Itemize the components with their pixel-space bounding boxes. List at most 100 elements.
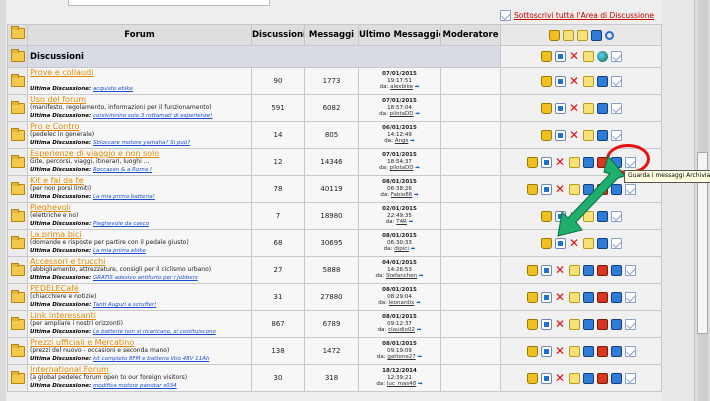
globe-icon[interactable] (596, 51, 608, 62)
moderate-icon[interactable] (582, 291, 594, 303)
last-topic-link[interactable]: acquisto ebike (93, 86, 133, 92)
go-last-arrow-icon[interactable]: ➡ (418, 381, 423, 387)
moderate-icon[interactable] (582, 345, 594, 357)
author-link[interactable]: alexbike (390, 84, 413, 90)
new-category-icon[interactable] (562, 29, 574, 41)
edit-icon[interactable] (540, 318, 552, 330)
lock-icon[interactable] (540, 75, 552, 87)
moderate-icon[interactable] (582, 372, 594, 384)
edit-icon[interactable] (554, 129, 566, 141)
author-link[interactable]: luc_mas48 (387, 381, 416, 387)
lock-icon[interactable] (526, 318, 538, 330)
forum-title-link[interactable]: Kit e fai da te (30, 177, 251, 185)
edit-icon[interactable] (540, 291, 552, 303)
last-topic-link[interactable]: Le batterie non si ricaricano, si costit… (93, 329, 216, 335)
archive-icon[interactable] (596, 345, 608, 357)
forum-title-link[interactable]: Prove e collaudi (30, 69, 251, 77)
forum-title-link[interactable]: La prima bici (30, 231, 251, 239)
archive-icon[interactable] (596, 291, 608, 303)
forum-title-link[interactable]: Pro e Contro (30, 123, 251, 131)
edit-icon[interactable] (554, 102, 566, 114)
go-last-arrow-icon[interactable]: ➡ (411, 246, 416, 252)
moderate-icon[interactable] (582, 318, 594, 330)
subscribe-icon[interactable] (610, 51, 622, 62)
subscribe-icon[interactable] (624, 318, 636, 330)
last-topic-link[interactable]: La mia prima ebike (93, 248, 146, 254)
view-archived-icon[interactable] (610, 318, 622, 330)
author-link[interactable]: pilotaDD (390, 165, 414, 171)
delete-icon[interactable]: ✕ (555, 291, 566, 303)
forum-title-link[interactable]: Pieghevoli (30, 204, 251, 212)
lock-icon[interactable] (526, 291, 538, 303)
forum-title-link[interactable]: PEDELECafé (30, 285, 251, 293)
last-topic-link[interactable]: kit completo 8FM e batteria litio 48V 11… (93, 356, 209, 362)
options-icon[interactable] (590, 29, 602, 41)
last-topic-link[interactable]: GRATIS adesivo antifurto per i Jobbers (93, 275, 198, 281)
last-topic-link[interactable]: modifica motore panotar s034 (93, 383, 177, 389)
lock-icon[interactable] (540, 51, 552, 62)
go-last-arrow-icon[interactable]: ➡ (416, 300, 421, 306)
author-link[interactable]: Angs (395, 138, 409, 144)
delete-icon[interactable]: ✕ (555, 264, 566, 276)
subscribe-icon[interactable] (624, 372, 636, 384)
author-link[interactable]: gattone27 (387, 354, 415, 360)
author-link[interactable]: Stefanchen (386, 273, 417, 279)
lock-icon[interactable] (526, 345, 538, 357)
go-last-arrow-icon[interactable]: ➡ (409, 219, 414, 225)
subscribe-icon[interactable] (610, 102, 622, 114)
new-topic-icon[interactable] (568, 372, 580, 384)
subscribe-icon[interactable] (624, 345, 636, 357)
last-topic-link[interactable]: corsivinnino solo 3 rottamati di esperie… (93, 113, 213, 119)
subscribe-link[interactable]: Sottoscrivi tutta l'Area di Discussione (514, 11, 654, 20)
forum-title-link[interactable]: Accessori e trucchi (30, 258, 251, 266)
moderate-icon[interactable] (596, 102, 608, 114)
archive-icon[interactable] (596, 372, 608, 384)
last-topic-link[interactable]: Roccasan & a Roma ! (93, 167, 152, 173)
view-archived-icon[interactable] (610, 345, 622, 357)
go-last-arrow-icon[interactable]: ➡ (419, 273, 424, 279)
forum-title-link[interactable]: Uso del forum (30, 96, 251, 104)
new-topic-icon[interactable] (568, 264, 580, 276)
subscribe-area[interactable]: Sottoscrivi tutta l'Area di Discussione (500, 9, 654, 22)
new-topic-icon[interactable] (582, 129, 594, 141)
edit-icon[interactable] (540, 264, 552, 276)
view-archived-icon[interactable] (610, 291, 622, 303)
forum-title-link[interactable]: Prezzi ufficiali e Mercatino (30, 339, 251, 347)
last-topic-link[interactable]: Tanti Auguri a scruffer! (93, 302, 156, 308)
lock-icon[interactable] (548, 29, 560, 41)
go-last-arrow-icon[interactable]: ➡ (415, 84, 420, 90)
new-topic-icon[interactable] (582, 75, 594, 87)
archive-icon[interactable] (596, 318, 608, 330)
author-link[interactable]: Fabio86 (391, 192, 412, 198)
new-topic-icon[interactable] (568, 318, 580, 330)
forum-title-link[interactable]: Link interessanti (30, 312, 251, 320)
delete-icon[interactable]: ✕ (555, 345, 566, 357)
last-topic-link[interactable]: Pieghevole da casco (93, 221, 149, 227)
delete-icon[interactable]: ✕ (569, 102, 580, 114)
new-topic-icon[interactable] (568, 345, 580, 357)
lock-icon[interactable] (526, 372, 538, 384)
author-link[interactable]: dipici (394, 246, 409, 252)
search-icon[interactable] (604, 30, 614, 40)
author-link[interactable]: leonardix (389, 300, 415, 306)
delete-icon[interactable]: ✕ (569, 75, 580, 87)
lock-icon[interactable] (526, 156, 538, 168)
subscribe-icon[interactable] (610, 75, 622, 87)
edit-icon[interactable] (540, 372, 552, 384)
go-last-arrow-icon[interactable]: ➡ (417, 327, 422, 333)
forum-title-link[interactable]: Esperienze di viaggio e non solo (30, 150, 251, 158)
subscribe-icon[interactable] (624, 264, 636, 276)
go-last-arrow-icon[interactable]: ➡ (414, 192, 419, 198)
edit-icon[interactable] (554, 51, 566, 62)
moderate-icon[interactable] (596, 129, 608, 141)
lock-icon[interactable] (526, 183, 538, 195)
moderate-icon[interactable] (596, 75, 608, 87)
delete-icon[interactable]: ✕ (555, 372, 566, 384)
edit-icon[interactable] (540, 345, 552, 357)
lock-icon[interactable] (526, 264, 538, 276)
moderate-icon[interactable] (582, 264, 594, 276)
subscribe-icon[interactable] (610, 129, 622, 141)
last-topic-link[interactable]: Sbloccare motore yamaha? Si può? (93, 140, 190, 146)
new-topic-icon[interactable] (568, 291, 580, 303)
forum-title-link[interactable]: International Forum (30, 366, 251, 374)
